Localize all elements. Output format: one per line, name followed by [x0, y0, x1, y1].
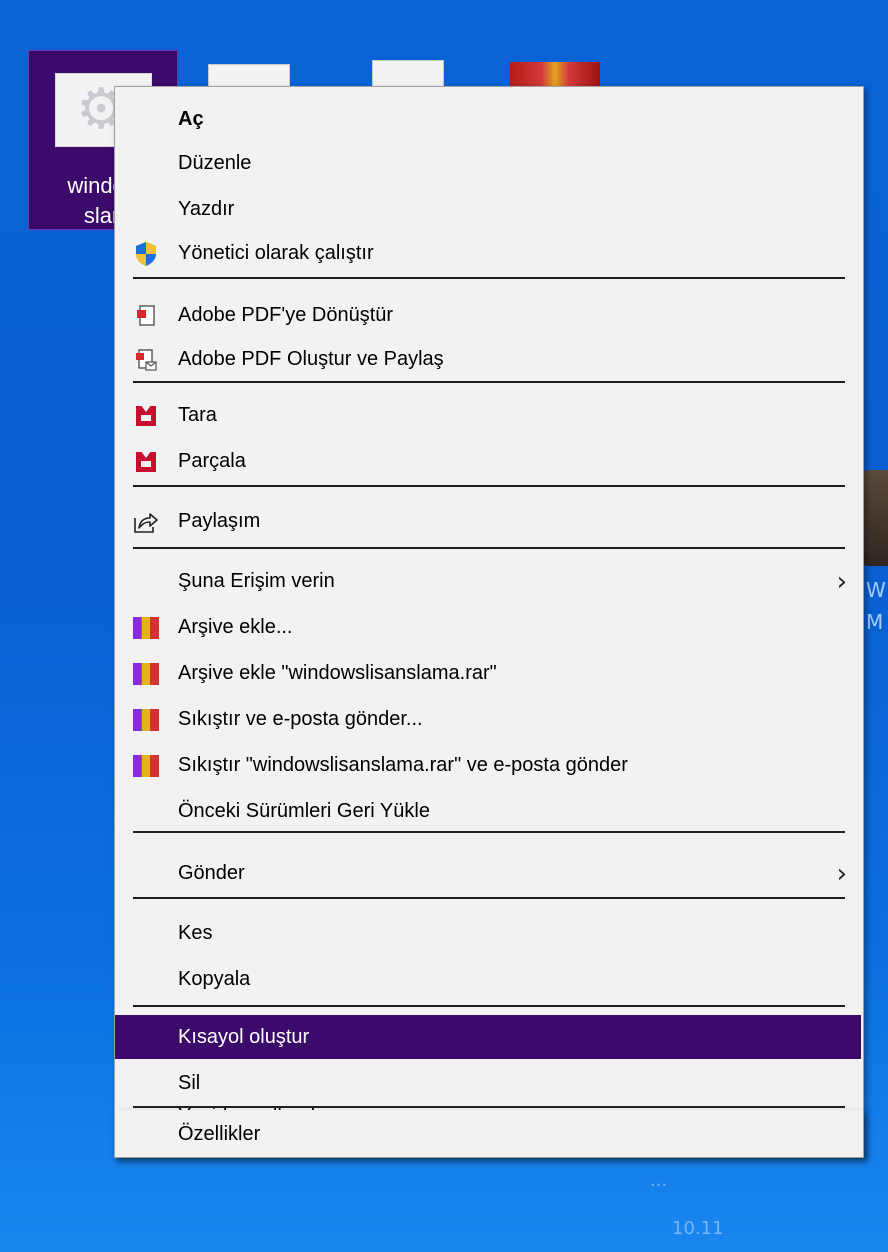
- winrar-icon: [133, 615, 159, 641]
- menu-item-restore-versions[interactable]: Önceki Sürümleri Geri Yükle: [115, 789, 861, 833]
- menu-item-label: Sıkıştır "windowslisanslama.rar" ve e-po…: [178, 753, 628, 776]
- menu-separator: [133, 277, 845, 279]
- menu-item-label: Arşive ekle...: [178, 615, 293, 638]
- menu-item-compress-email[interactable]: Sıkıştır ve e-posta gönder...: [115, 697, 861, 741]
- menu-item-scan[interactable]: Tara: [115, 393, 861, 437]
- menu-item-label: Özellikler: [178, 1122, 261, 1145]
- menu-item-create-share-pdf[interactable]: Adobe PDF Oluştur ve Paylaş: [115, 337, 861, 381]
- desktop-photo-icon[interactable]: [862, 470, 888, 566]
- menu-item-label: Önceki Sürümleri Geri Yükle: [178, 799, 430, 822]
- menu-item-compress-rar-email[interactable]: Sıkıştır "windowslisanslama.rar" ve e-po…: [115, 743, 861, 787]
- menu-item-run-as-admin[interactable]: Yönetici olarak çalıştır: [115, 231, 861, 275]
- menu-separator: [133, 897, 845, 899]
- menu-item-give-access[interactable]: Şuna Erişim verin ›: [115, 559, 861, 603]
- submenu-chevron-icon: ›: [836, 567, 847, 597]
- menu-item-label: Sil: [178, 1071, 201, 1094]
- menu-item-label: Düzenle: [178, 151, 252, 174]
- menu-item-label: Arşive ekle "windowslisanslama.rar": [178, 661, 497, 684]
- menu-item-add-to-rar[interactable]: Arşive ekle "windowslisanslama.rar": [115, 651, 861, 695]
- menu-separator: [133, 485, 845, 487]
- menu-item-label: Paylaşım: [178, 509, 261, 532]
- menu-separator: [133, 381, 845, 383]
- context-menu[interactable]: Aç Düzenle Yazdır Yönetici olarak çalışt…: [114, 86, 864, 1158]
- desktop-partial-label: W: [866, 578, 886, 602]
- menu-item-create-shortcut[interactable]: Kısayol oluştur: [115, 1015, 861, 1059]
- desktop[interactable]: ⚙ window slan W M ... 10.11 Aç Düzenle Y…: [0, 0, 888, 1252]
- menu-item-edit[interactable]: Düzenle: [115, 141, 861, 185]
- menu-separator: [133, 831, 845, 833]
- menu-item-label: Adobe PDF Oluştur ve Paylaş: [178, 347, 444, 370]
- desktop-partial-label: M: [866, 610, 884, 634]
- menu-item-label: Gönder: [178, 861, 245, 884]
- adobe-pdf-share-icon: [133, 347, 159, 373]
- menu-item-open[interactable]: Aç: [115, 97, 861, 141]
- menu-item-shred[interactable]: Parçala: [115, 439, 861, 483]
- menu-item-label: Şuna Erişim verin: [178, 569, 335, 592]
- menu-item-convert-pdf[interactable]: Adobe PDF'ye Dönüştür: [115, 293, 861, 337]
- mcafee-icon: [133, 449, 159, 475]
- menu-separator: [133, 1106, 845, 1108]
- menu-item-label: Yönetici olarak çalıştır: [178, 241, 374, 264]
- menu-item-label: Adobe PDF'ye Dönüştür: [178, 303, 394, 326]
- winrar-icon: [133, 707, 159, 733]
- menu-item-label: Sıkıştır ve e-posta gönder...: [178, 707, 423, 730]
- menu-item-print[interactable]: Yazdır: [115, 187, 861, 231]
- menu-item-label: Kısayol oluştur: [178, 1025, 310, 1048]
- winrar-icon: [133, 753, 159, 779]
- share-icon: [133, 509, 159, 535]
- context-menu-bottom[interactable]: Özellikler: [114, 1106, 864, 1158]
- menu-item-cut[interactable]: Kes: [115, 911, 861, 955]
- mcafee-icon: [133, 403, 159, 429]
- menu-item-label: Aç: [178, 107, 204, 130]
- menu-item-label: Tara: [178, 403, 217, 426]
- menu-item-label: Yazdır: [178, 197, 235, 220]
- uac-shield-icon: [133, 241, 159, 267]
- menu-item-send-to[interactable]: Gönder ›: [115, 851, 861, 895]
- menu-separator: [133, 1005, 845, 1007]
- desktop-partial-label: ...: [650, 1170, 668, 1191]
- winrar-icon: [133, 661, 159, 687]
- menu-item-label: Kes: [178, 921, 213, 944]
- menu-item-share[interactable]: Paylaşım: [115, 499, 861, 543]
- desktop-partial-label: 10.11: [672, 1218, 724, 1239]
- menu-separator: [133, 547, 845, 549]
- menu-item-add-to-archive[interactable]: Arşive ekle...: [115, 605, 861, 649]
- menu-item-label: Kopyala: [178, 967, 251, 990]
- menu-item-copy[interactable]: Kopyala: [115, 957, 861, 1001]
- adobe-pdf-icon: [133, 303, 159, 329]
- menu-item-properties[interactable]: Özellikler: [115, 1112, 861, 1156]
- menu-item-label: Parçala: [178, 449, 246, 472]
- submenu-chevron-icon: ›: [836, 859, 847, 889]
